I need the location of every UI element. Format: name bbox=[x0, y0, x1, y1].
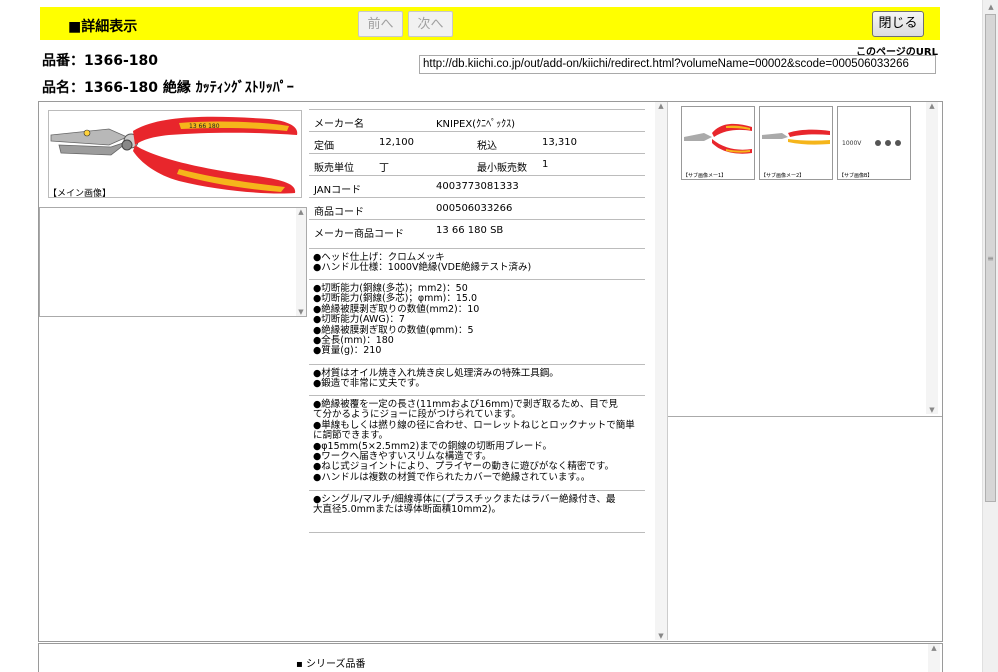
main-image[interactable]: 13 66 180 bbox=[48, 110, 302, 198]
close-button[interactable]: 閉じる bbox=[872, 11, 924, 37]
thumbnail-3[interactable]: 1000V 【サブ画像B】 bbox=[837, 106, 911, 180]
desc-line: 大直径5.0mmまたは導体断面積10mm2)。 bbox=[313, 504, 501, 516]
divider bbox=[668, 416, 942, 417]
thumbnail-1[interactable]: 【サブ画像メー1】 bbox=[681, 106, 755, 180]
desc-sep bbox=[309, 395, 645, 396]
unit-value: 丁 bbox=[379, 163, 389, 174]
unit-label: 販売単位 bbox=[314, 163, 354, 174]
spec-row-item-code: 商品コード 000506033266 bbox=[309, 198, 645, 220]
desc-line: ●ハンドル仕様：1000V絶縁(VDE絶縁テスト済み) bbox=[313, 262, 532, 274]
desc-sep bbox=[309, 364, 645, 365]
spec-row-unit: 販売単位 丁 最小販売数 1 bbox=[309, 154, 645, 176]
price-label: 定価 bbox=[314, 141, 334, 152]
tax-value: 13,310 bbox=[542, 137, 577, 148]
scroll-down-icon[interactable]: ▼ bbox=[296, 308, 306, 316]
thumbnail-scrollbar[interactable]: ▲ ▼ bbox=[926, 102, 938, 414]
plier-thumb-image bbox=[762, 129, 830, 145]
thumbnail-caption: 【サブ画像メー2】 bbox=[761, 173, 805, 179]
scroll-up-icon[interactable]: ▲ bbox=[928, 644, 940, 652]
next-button[interactable]: 次へ bbox=[408, 11, 453, 37]
page-scrollbar[interactable]: ▲ ≡ bbox=[982, 0, 998, 672]
min-label: 最小販売数 bbox=[477, 163, 527, 174]
header-bar: ■詳細表示 前へ 次へ 閉じる bbox=[40, 7, 940, 40]
series-label-text: シリーズ品番 bbox=[305, 659, 366, 670]
desc-block-2: ●切断能力(銅線(多芯)；mm2)：50 ●切断能力(銅線(多芯)；φmm)：1… bbox=[313, 283, 643, 357]
main-image-caption: 【メイン画像】 bbox=[48, 189, 112, 199]
spec-row-maker: メーカー名 KNIPEX(ｸﾆﾍﾟｯｸｽ) bbox=[309, 110, 645, 132]
desc-block-3: ●材質はオイル焼き入れ焼き戻し処理済みの特殊工具鋼。 ●鍛造で非常に丈夫です。 bbox=[313, 368, 643, 390]
spec-row-price: 定価 12,100 税込 13,310 bbox=[309, 132, 645, 154]
plier-image: 13 66 180 bbox=[49, 111, 301, 197]
spec-row-jan: JANコード 4003773081333 bbox=[309, 176, 645, 198]
desc-block-4: ●絶縁被覆を一定の長さ(11mmおよび16mm)で剥ぎ取るため、目で見 て分かる… bbox=[313, 399, 643, 483]
tax-label: 税込 bbox=[477, 141, 497, 152]
desc-line: ●鍛造で非常に丈夫です。 bbox=[313, 378, 425, 390]
product-name: 品名：1366-180 絶縁 ｶｯﾃｨﾝｸﾞｽﾄﾘｯﾊﾟｰ bbox=[42, 80, 294, 96]
scroll-up-icon[interactable]: ▲ bbox=[296, 208, 306, 216]
maker-label: メーカー名 bbox=[314, 119, 364, 130]
grip-icon: ≡ bbox=[987, 254, 994, 263]
item-code-value: 000506033266 bbox=[436, 203, 513, 214]
scroll-up-icon[interactable]: ▲ bbox=[655, 102, 667, 110]
plier-marking: 13 66 180 bbox=[189, 123, 220, 130]
desc-block-1: ●ヘッド仕上げ：クロムメッキ ●ハンドル仕様：1000V絶縁(VDE絶縁テスト済… bbox=[313, 252, 643, 274]
desc-block-5: ●シングル/マルチ/細線導体に(プラスチックまたはラバー絶縁付き、最 大直径5.… bbox=[313, 494, 643, 516]
image-list-scrollbar[interactable]: ▲ ▼ bbox=[296, 208, 306, 316]
series-label: ▪ シリーズ品番 bbox=[296, 659, 366, 670]
scroll-down-icon[interactable]: ▼ bbox=[926, 406, 938, 414]
desc-sep bbox=[309, 532, 645, 533]
maker-code-label: メーカー商品コード bbox=[314, 229, 404, 240]
scroll-down-icon[interactable]: ▼ bbox=[655, 632, 667, 640]
desc-line: ●質量(g)：210 bbox=[313, 345, 382, 357]
jan-value: 4003773081333 bbox=[436, 181, 519, 192]
series-scrollbar[interactable]: ▲ bbox=[928, 644, 940, 672]
thumbnail-caption: 【サブ画像B】 bbox=[839, 173, 873, 179]
spec-scrollbar[interactable]: ▲ ▼ bbox=[655, 102, 667, 640]
prev-button[interactable]: 前へ bbox=[358, 11, 403, 37]
series-section bbox=[38, 643, 943, 672]
price-value: 12,100 bbox=[379, 137, 414, 148]
maker-code-value: 13 66 180 SB bbox=[436, 225, 504, 236]
thumbnail-caption: 【サブ画像メー1】 bbox=[683, 173, 727, 179]
item-code-label: 商品コード bbox=[314, 207, 364, 218]
jan-label: JANコード bbox=[314, 185, 362, 196]
plier-thumb-image bbox=[684, 123, 752, 154]
thumb-voltage-text: 1000V bbox=[842, 140, 862, 147]
desc-sep bbox=[309, 490, 645, 491]
page-title: ■詳細表示 bbox=[68, 19, 138, 35]
divider bbox=[667, 102, 668, 640]
label-thumb-image: 1000V bbox=[842, 140, 901, 147]
url-field[interactable]: http://db.kiichi.co.jp/out/add-on/kiichi… bbox=[419, 55, 936, 74]
desc-sep bbox=[309, 279, 645, 280]
desc-line: ●ハンドルは複数の材質で作られたカバーで絶縁されています。。 bbox=[313, 471, 591, 483]
min-value: 1 bbox=[542, 159, 549, 170]
maker-value: KNIPEX(ｸﾆﾍﾟｯｸｽ) bbox=[436, 119, 515, 130]
thumbnail-2[interactable]: 【サブ画像メー2】 bbox=[759, 106, 833, 180]
spec-row-maker-code: メーカー商品コード 13 66 180 SB bbox=[309, 220, 645, 249]
scroll-up-icon[interactable]: ▲ bbox=[926, 102, 938, 110]
scroll-up-icon[interactable]: ▲ bbox=[983, 3, 998, 11]
product-code: 品番：1366-180 bbox=[42, 53, 158, 69]
image-list-box: ▲ ▼ bbox=[39, 207, 307, 317]
